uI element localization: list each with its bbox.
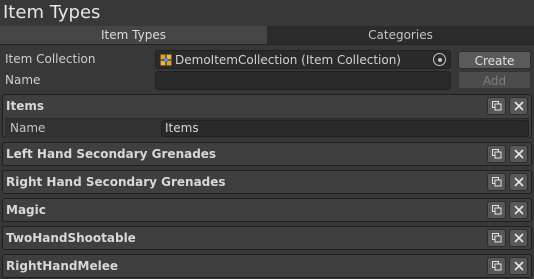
delete-button[interactable] bbox=[509, 201, 528, 219]
add-button[interactable]: Add bbox=[458, 71, 531, 89]
delete-button[interactable] bbox=[509, 145, 528, 163]
item-type-header[interactable]: RightHandMelee bbox=[3, 255, 531, 278]
name-label: Name bbox=[5, 73, 41, 87]
item-type-header[interactable]: TwoHandShootable bbox=[3, 227, 531, 250]
close-icon bbox=[513, 233, 524, 243]
close-icon bbox=[513, 261, 524, 271]
item-type-panel-magic: Magic bbox=[2, 198, 532, 222]
item-type-title: Left Hand Secondary Grenades bbox=[6, 147, 217, 161]
close-icon bbox=[513, 149, 524, 159]
duplicate-icon bbox=[491, 149, 501, 159]
duplicate-icon bbox=[491, 177, 501, 187]
duplicate-button[interactable] bbox=[487, 173, 506, 191]
item-collection-field[interactable]: DemoItemCollection (Item Collection) bbox=[155, 50, 451, 69]
delete-button[interactable] bbox=[509, 257, 528, 275]
item-type-header[interactable]: Left Hand Secondary Grenades bbox=[3, 143, 531, 166]
item-collection-icon bbox=[159, 53, 172, 66]
delete-button[interactable] bbox=[509, 97, 528, 115]
duplicate-button[interactable] bbox=[487, 97, 506, 115]
item-type-panel-right-hand-melee: RightHandMelee bbox=[2, 254, 532, 278]
item-type-panel-two-hand-shootable: TwoHandShootable bbox=[2, 226, 532, 250]
item-type-title: RightHandMelee bbox=[6, 259, 118, 273]
close-icon bbox=[513, 205, 524, 215]
item-type-name-input[interactable]: Items bbox=[161, 120, 529, 137]
item-type-panel-items: Items Name Items bbox=[2, 94, 532, 138]
delete-button[interactable] bbox=[509, 173, 528, 191]
duplicate-icon bbox=[491, 101, 501, 111]
editor-window: Item Types Item Types Categories Item Co… bbox=[0, 0, 534, 279]
tab-categories[interactable]: Categories bbox=[267, 26, 534, 45]
item-type-header[interactable]: Magic bbox=[3, 199, 531, 222]
name-input[interactable] bbox=[155, 71, 451, 90]
delete-button[interactable] bbox=[509, 229, 528, 247]
create-button[interactable]: Create bbox=[458, 51, 531, 69]
item-type-title: Items bbox=[6, 99, 44, 113]
item-type-name-label: Name bbox=[10, 121, 46, 135]
close-icon bbox=[513, 177, 524, 187]
duplicate-button[interactable] bbox=[487, 229, 506, 247]
item-type-title: Right Hand Secondary Grenades bbox=[6, 175, 226, 189]
duplicate-button[interactable] bbox=[487, 145, 506, 163]
duplicate-button[interactable] bbox=[487, 201, 506, 219]
window-title: Item Types bbox=[3, 2, 101, 23]
close-icon bbox=[513, 101, 524, 111]
item-type-name-row: Name Items bbox=[5, 118, 529, 138]
object-picker-icon[interactable] bbox=[433, 53, 446, 66]
item-type-header[interactable]: Right Hand Secondary Grenades bbox=[3, 171, 531, 194]
item-type-panel-left-hand-secondary-grenades: Left Hand Secondary Grenades bbox=[2, 142, 532, 166]
tab-item-types[interactable]: Item Types bbox=[0, 26, 267, 45]
tab-bar: Item Types Categories bbox=[0, 26, 534, 45]
item-collection-label: Item Collection bbox=[5, 52, 96, 66]
item-type-title: Magic bbox=[6, 203, 46, 217]
duplicate-icon bbox=[491, 261, 501, 271]
duplicate-icon bbox=[491, 205, 501, 215]
item-collection-value: DemoItemCollection (Item Collection) bbox=[175, 52, 401, 67]
item-type-header[interactable]: Items bbox=[3, 95, 531, 118]
item-type-panel-right-hand-secondary-grenades: Right Hand Secondary Grenades bbox=[2, 170, 532, 194]
duplicate-icon bbox=[491, 233, 501, 243]
item-type-title: TwoHandShootable bbox=[6, 231, 136, 245]
duplicate-button[interactable] bbox=[487, 257, 506, 275]
